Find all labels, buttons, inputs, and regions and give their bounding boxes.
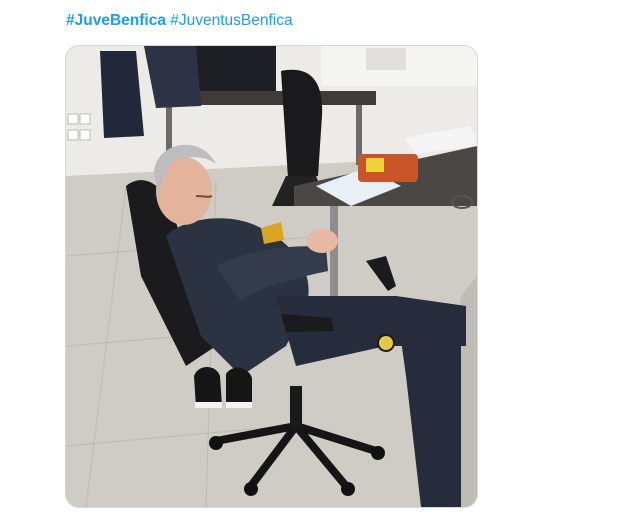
tweet-text: #JuveBenfica #JuventusBenfica: [66, 10, 293, 32]
hashtag-juvebenfica[interactable]: #JuveBenfica: [66, 12, 166, 29]
hands: [306, 229, 338, 253]
tweet-photo[interactable]: [65, 45, 478, 508]
shoe-left: [194, 367, 222, 408]
photo-scene: [66, 46, 477, 507]
hashtag-juventusbenfica[interactable]: #JuventusBenfica: [170, 12, 292, 29]
shoe-right: [226, 367, 252, 408]
